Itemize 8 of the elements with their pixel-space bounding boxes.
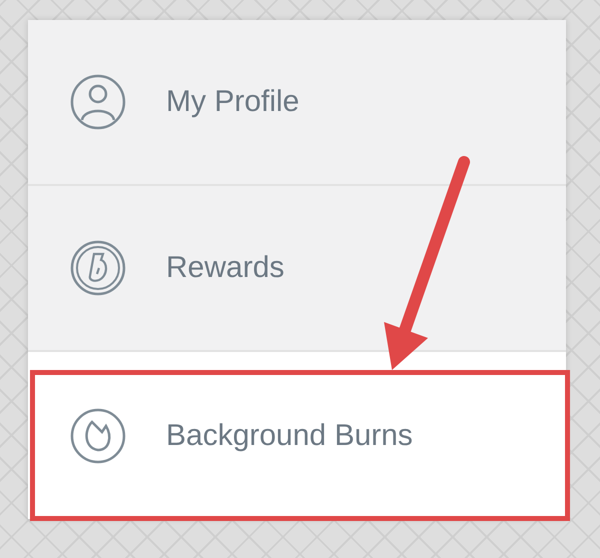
menu-item[interactable]: My Profile bbox=[28, 20, 566, 186]
menu-label: Background Burns bbox=[166, 418, 413, 452]
flame-icon bbox=[70, 408, 126, 464]
coin-icon bbox=[70, 240, 126, 296]
menu-item[interactable]: Rewards bbox=[28, 186, 566, 352]
profile-icon bbox=[70, 74, 126, 130]
menu-label: My Profile bbox=[166, 85, 300, 119]
menu-label: Rewards bbox=[166, 251, 284, 285]
